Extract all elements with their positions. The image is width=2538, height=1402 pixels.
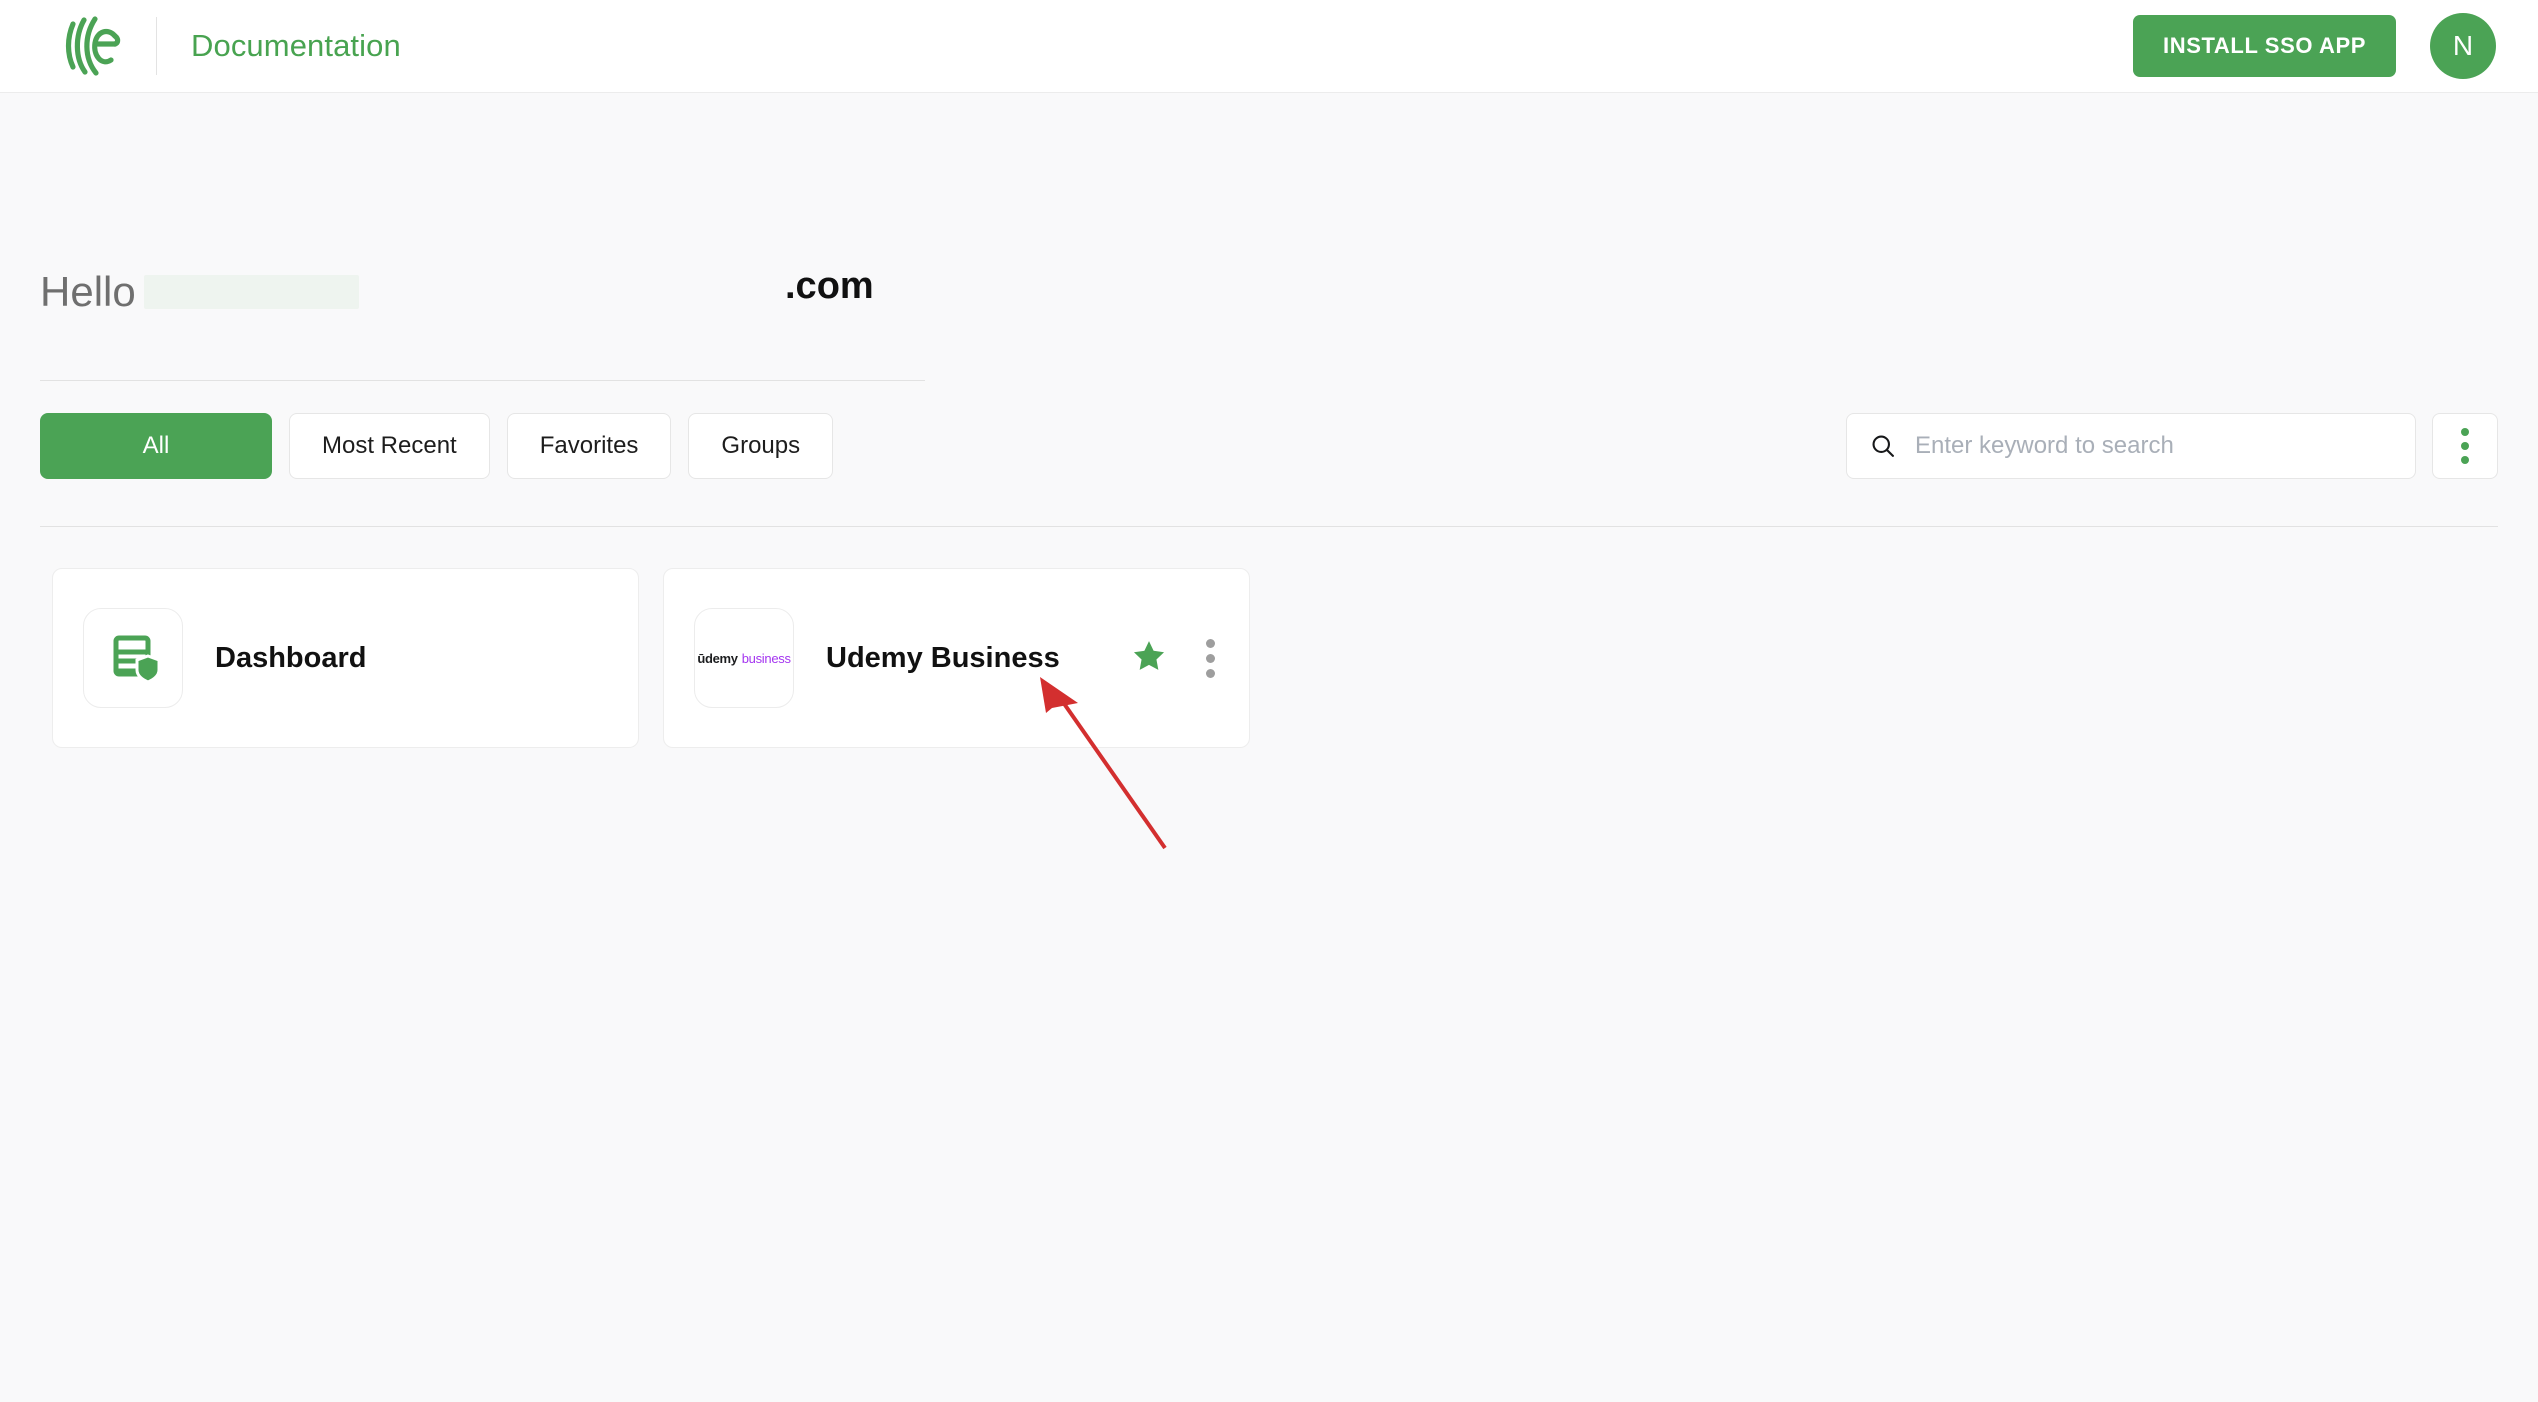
- filter-tabs: All Most Recent Favorites Groups: [40, 413, 834, 479]
- header-divider: [156, 17, 157, 75]
- app-card-actions: [1130, 637, 1219, 680]
- search-box[interactable]: [1846, 413, 2416, 479]
- tab-favorites[interactable]: Favorites: [506, 413, 672, 479]
- eperi-arcs-logo-icon[interactable]: [58, 12, 126, 80]
- redacted-username: [143, 275, 359, 309]
- install-sso-app-button[interactable]: INSTALL SSO APP: [2133, 15, 2396, 77]
- greeting: Hello .com: [40, 265, 930, 316]
- greeting-domain: .com: [785, 265, 874, 307]
- view-options-button[interactable]: [2432, 413, 2498, 479]
- favorite-star-icon[interactable]: [1130, 637, 1168, 680]
- search-input[interactable]: [1915, 432, 2393, 460]
- header-actions: INSTALL SSO APP N: [2133, 13, 2538, 79]
- filter-row: All Most Recent Favorites Groups: [40, 413, 2498, 479]
- page-title: Documentation: [191, 28, 401, 63]
- app-icon-tile: [83, 608, 183, 708]
- app-card-list: Dashboard ūdemy business Udemy Business: [52, 568, 1250, 748]
- tab-most-recent[interactable]: Most Recent: [289, 413, 490, 479]
- app-card-dashboard[interactable]: Dashboard: [52, 568, 639, 748]
- section-divider: [40, 526, 2498, 527]
- greeting-divider: [40, 380, 925, 381]
- brand-zone: Documentation: [0, 0, 401, 92]
- search-zone: [1846, 413, 2498, 479]
- tab-all[interactable]: All: [40, 413, 272, 479]
- kebab-menu-icon: [2461, 428, 2469, 464]
- app-icon-tile: ūdemy business: [694, 608, 794, 708]
- tab-groups[interactable]: Groups: [688, 413, 834, 479]
- app-header: Documentation INSTALL SSO APP N: [0, 0, 2538, 93]
- avatar[interactable]: N: [2430, 13, 2496, 79]
- udemy-business-logo-icon: ūdemy business: [697, 650, 791, 666]
- udemy-logo-primary-text: ūdemy: [697, 650, 738, 666]
- search-icon: [1869, 432, 1897, 460]
- document-shield-icon: [103, 626, 163, 691]
- greeting-hello-label: Hello: [40, 268, 136, 315]
- app-name-label: Udemy Business: [826, 641, 1060, 674]
- app-card-kebab-menu-icon[interactable]: [1206, 638, 1215, 678]
- app-name-label: Dashboard: [215, 641, 367, 674]
- udemy-logo-secondary-text: business: [741, 650, 791, 666]
- app-card-udemy-business[interactable]: ūdemy business Udemy Business: [663, 568, 1250, 748]
